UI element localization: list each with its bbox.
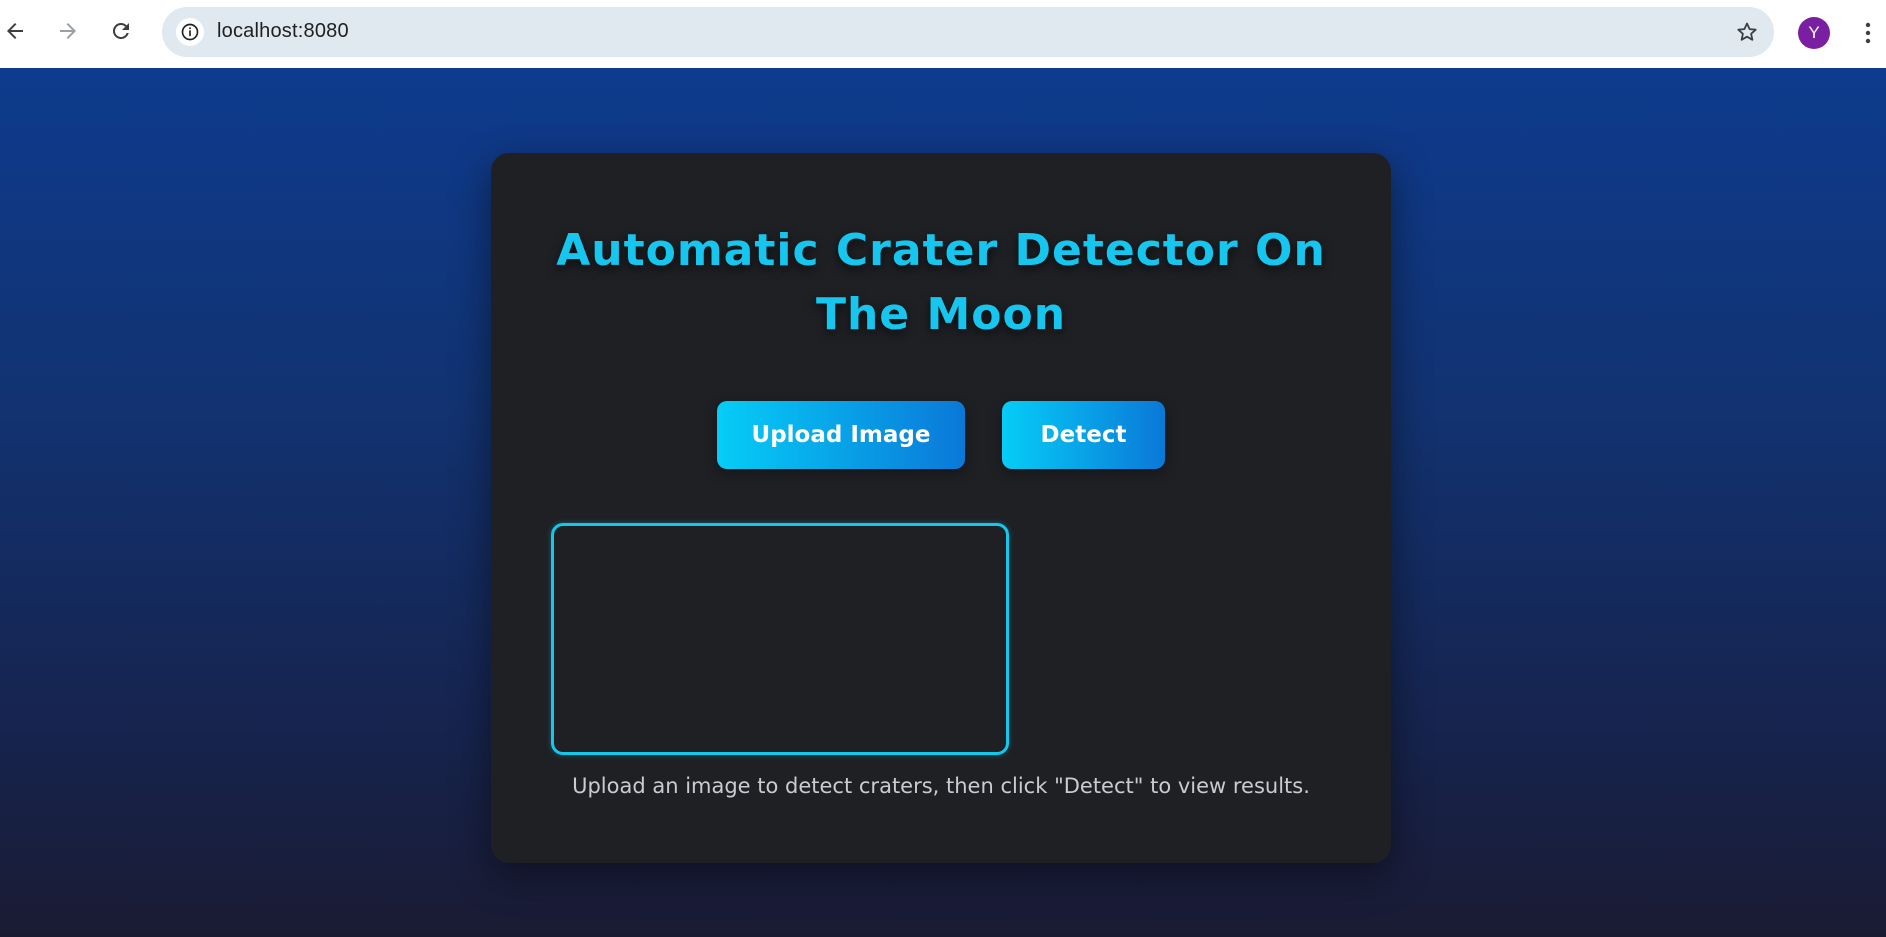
address-bar[interactable]: localhost:8080 <box>162 7 1774 57</box>
instructions-text: Upload an image to detect craters, then … <box>572 774 1310 798</box>
bookmark-button[interactable] <box>1734 19 1760 45</box>
profile-avatar[interactable]: Y <box>1798 17 1830 49</box>
reload-button[interactable] <box>106 16 136 46</box>
arrow-right-icon <box>60 23 76 39</box>
forward-button[interactable] <box>53 16 83 46</box>
arrow-left-icon <box>7 23 23 39</box>
detector-card: Automatic Crater Detector On The Moon Up… <box>491 153 1391 863</box>
page-title: Automatic Crater Detector On The Moon <box>556 225 1326 340</box>
reload-icon <box>112 22 129 39</box>
upload-image-button[interactable]: Upload Image <box>717 401 965 469</box>
image-preview-box <box>551 523 1009 755</box>
page-viewport: Automatic Crater Detector On The Moon Up… <box>0 68 1886 937</box>
star-icon <box>1737 22 1757 41</box>
kebab-menu-icon <box>1865 22 1871 44</box>
detect-button[interactable]: Detect <box>1002 401 1165 469</box>
browser-menu-button[interactable] <box>1856 19 1880 47</box>
site-info-button[interactable] <box>176 18 204 46</box>
browser-toolbar: localhost:8080 Y <box>0 0 1886 68</box>
info-icon <box>181 23 199 41</box>
back-button[interactable] <box>0 16 30 46</box>
url-text[interactable]: localhost:8080 <box>217 20 349 43</box>
